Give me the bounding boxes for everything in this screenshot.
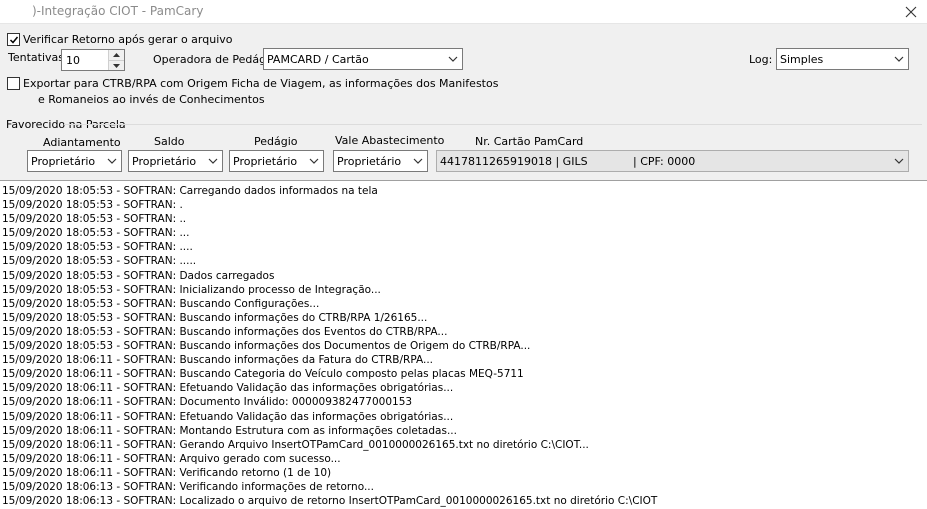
chevron-down-icon <box>107 158 117 164</box>
log-output[interactable]: 15/09/2020 18:05:53 - SOFTRAN: Carregand… <box>0 180 927 509</box>
vale-abastecimento-value: Proprietário <box>337 154 402 168</box>
adiantamento-label: Adiantamento <box>43 136 121 149</box>
verify-return-option[interactable]: Verificar Retorno após gerar o arquivo <box>7 33 233 46</box>
log-level-select[interactable]: Simples <box>776 48 909 70</box>
close-icon <box>905 6 917 18</box>
log-line: 15/09/2020 18:05:53 - SOFTRAN: Buscando … <box>2 297 320 310</box>
attempts-label: Tentativas <box>8 51 64 64</box>
verify-return-checkbox[interactable] <box>7 33 20 46</box>
log-line: 15/09/2020 18:06:11 - SOFTRAN: Efetuando… <box>2 410 454 423</box>
pedagio-label: Pedágio <box>254 135 298 148</box>
saldo-select[interactable]: Proprietário <box>128 150 223 172</box>
saldo-value: Proprietário <box>132 154 197 168</box>
vale-abastecimento-label: Vale Abastecimento <box>335 134 445 147</box>
log-line: 15/09/2020 18:05:53 - SOFTRAN: .. <box>2 213 187 226</box>
log-line: 15/09/2020 18:06:11 - SOFTRAN: Montando … <box>2 424 457 437</box>
log-line: 15/09/2020 18:05:53 - SOFTRAN: ..... <box>2 255 197 268</box>
triangle-up-icon <box>113 53 120 57</box>
log-line: 15/09/2020 18:06:13 - SOFTRAN: Verifican… <box>2 480 374 493</box>
chevron-down-icon <box>208 158 218 164</box>
log-line: 15/09/2020 18:05:53 - SOFTRAN: ... <box>2 227 190 240</box>
pedagio-select[interactable]: Proprietário <box>229 150 324 172</box>
close-button[interactable] <box>895 0 927 24</box>
log-line: 15/09/2020 18:06:11 - SOFTRAN: Buscando … <box>2 354 434 367</box>
log-line: 15/09/2020 18:06:11 - SOFTRAN: Documento… <box>2 396 413 409</box>
title-bar: )-Integração CIOT - PamCary <box>0 0 927 24</box>
log-line: 15/09/2020 18:05:53 - SOFTRAN: Buscando … <box>2 340 531 353</box>
group-divider <box>64 124 922 125</box>
attempts-spinner[interactable]: 10 <box>61 49 125 71</box>
triangle-down-icon <box>113 63 120 68</box>
spinner-up-button[interactable] <box>109 50 124 60</box>
verify-return-label: Verificar Retorno após gerar o arquivo <box>23 33 233 46</box>
checkmark-icon <box>9 36 18 44</box>
log-level-value: Simples <box>780 52 824 66</box>
log-line: 15/09/2020 18:05:53 - SOFTRAN: Dados car… <box>2 269 275 282</box>
log-line: 15/09/2020 18:06:11 - SOFTRAN: Gerando A… <box>2 438 589 451</box>
attempts-value: 10 <box>66 54 80 67</box>
cartao-pamcard-select[interactable]: 4417811265919018 | GILS | CPF: 0000 <box>436 150 909 172</box>
log-line: 15/09/2020 18:06:11 - SOFTRAN: Arquivo g… <box>2 452 341 465</box>
log-label: Log: <box>749 53 773 66</box>
export-label-line2: e Romaneios ao invés de Conhecimentos <box>38 93 265 106</box>
chevron-down-icon <box>894 56 904 62</box>
chevron-down-icon <box>413 158 423 164</box>
log-line: 15/09/2020 18:05:53 - SOFTRAN: Inicializ… <box>2 283 381 296</box>
toll-operator-value: PAMCARD / Cartão <box>267 52 369 66</box>
adiantamento-value: Proprietário <box>31 154 96 168</box>
options-panel: Verificar Retorno após gerar o arquivo T… <box>0 24 927 180</box>
toll-operator-select[interactable]: PAMCARD / Cartão <box>263 48 463 70</box>
chevron-down-icon <box>309 158 319 164</box>
log-line: 15/09/2020 18:05:53 - SOFTRAN: . <box>2 199 183 212</box>
window-title: )-Integração CIOT - PamCary <box>32 4 204 18</box>
toll-operator-label: Operadora de Pedágio <box>153 53 276 66</box>
export-checkbox[interactable] <box>7 77 20 90</box>
pedagio-value: Proprietário <box>233 154 298 168</box>
chevron-down-icon <box>448 56 458 62</box>
vale-abastecimento-select[interactable]: Proprietário <box>333 150 428 172</box>
log-line: 15/09/2020 18:05:53 - SOFTRAN: Buscando … <box>2 325 448 338</box>
log-line: 15/09/2020 18:06:11 - SOFTRAN: Buscando … <box>2 368 524 381</box>
export-option[interactable]: Exportar para CTRB/RPA com Origem Ficha … <box>7 76 498 108</box>
saldo-label: Saldo <box>154 135 185 148</box>
log-line: 15/09/2020 18:05:53 - SOFTRAN: .... <box>2 241 193 254</box>
adiantamento-select[interactable]: Proprietário <box>27 150 122 172</box>
export-label-line1: Exportar para CTRB/RPA com Origem Ficha … <box>23 77 499 90</box>
cartao-pamcard-label: Nr. Cartão PamCard <box>475 135 584 148</box>
log-line: 15/09/2020 18:05:53 - SOFTRAN: Buscando … <box>2 311 428 324</box>
spinner-down-button[interactable] <box>109 60 124 70</box>
log-line: 15/09/2020 18:05:53 - SOFTRAN: Carregand… <box>2 185 378 197</box>
cartao-cpf-value: | CPF: 0000 <box>633 155 696 168</box>
cartao-pamcard-value: 4417811265919018 | GILS <box>440 154 588 168</box>
log-line: 15/09/2020 18:06:11 - SOFTRAN: Verifican… <box>2 466 332 479</box>
log-line: 15/09/2020 18:06:13 - SOFTRAN: Localizad… <box>2 495 658 508</box>
chevron-down-icon <box>894 158 904 164</box>
log-line: 15/09/2020 18:06:11 - SOFTRAN: Efetuando… <box>2 382 454 395</box>
